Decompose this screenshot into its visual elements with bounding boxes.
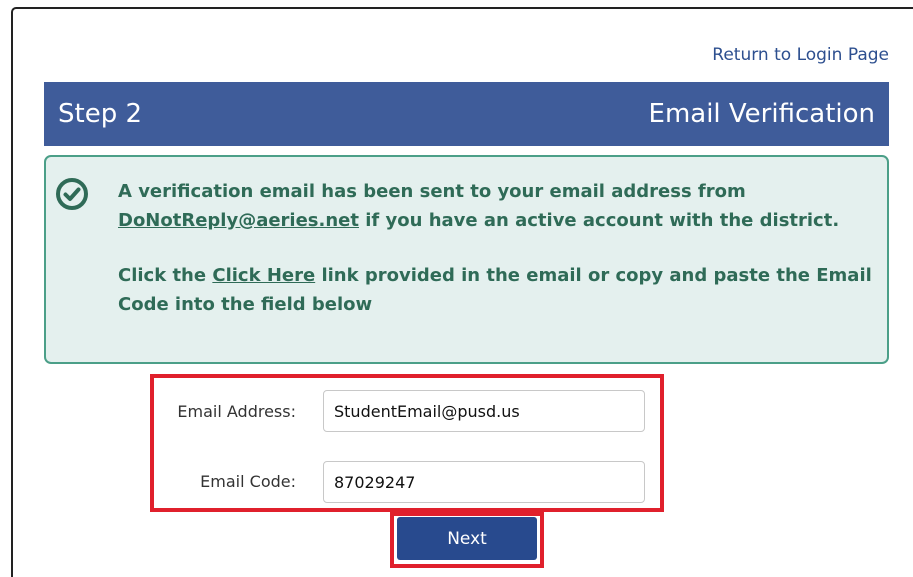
click-here-link[interactable]: Click Here [212,265,315,286]
check-circle-icon [56,178,88,210]
email-address-input[interactable] [323,390,645,432]
step-title: Email Verification [648,99,875,129]
step-label: Step 2 [58,99,143,129]
sender-email-link[interactable]: DoNotReply@aeries.net [118,210,359,231]
notice-line1-suffix: if you have an active account with the d… [359,210,840,231]
notice-line2-prefix: Click the [118,265,213,286]
email-code-label: Email Code: [200,472,296,491]
notice-paragraph-2: Click the Click Here link provided in th… [118,261,878,319]
email-address-label: Email Address: [177,402,296,421]
next-button[interactable]: Next [397,517,537,560]
step-header: Step 2 Email Verification [44,82,889,146]
verification-notice: A verification email has been sent to yo… [44,155,889,364]
email-code-input[interactable] [323,461,645,503]
return-to-login-link[interactable]: Return to Login Page [712,45,889,65]
notice-paragraph-1: A verification email has been sent to yo… [118,177,878,235]
notice-text: A verification email has been sent to yo… [118,177,878,319]
notice-line1-prefix: A verification email has been sent to yo… [118,181,746,202]
